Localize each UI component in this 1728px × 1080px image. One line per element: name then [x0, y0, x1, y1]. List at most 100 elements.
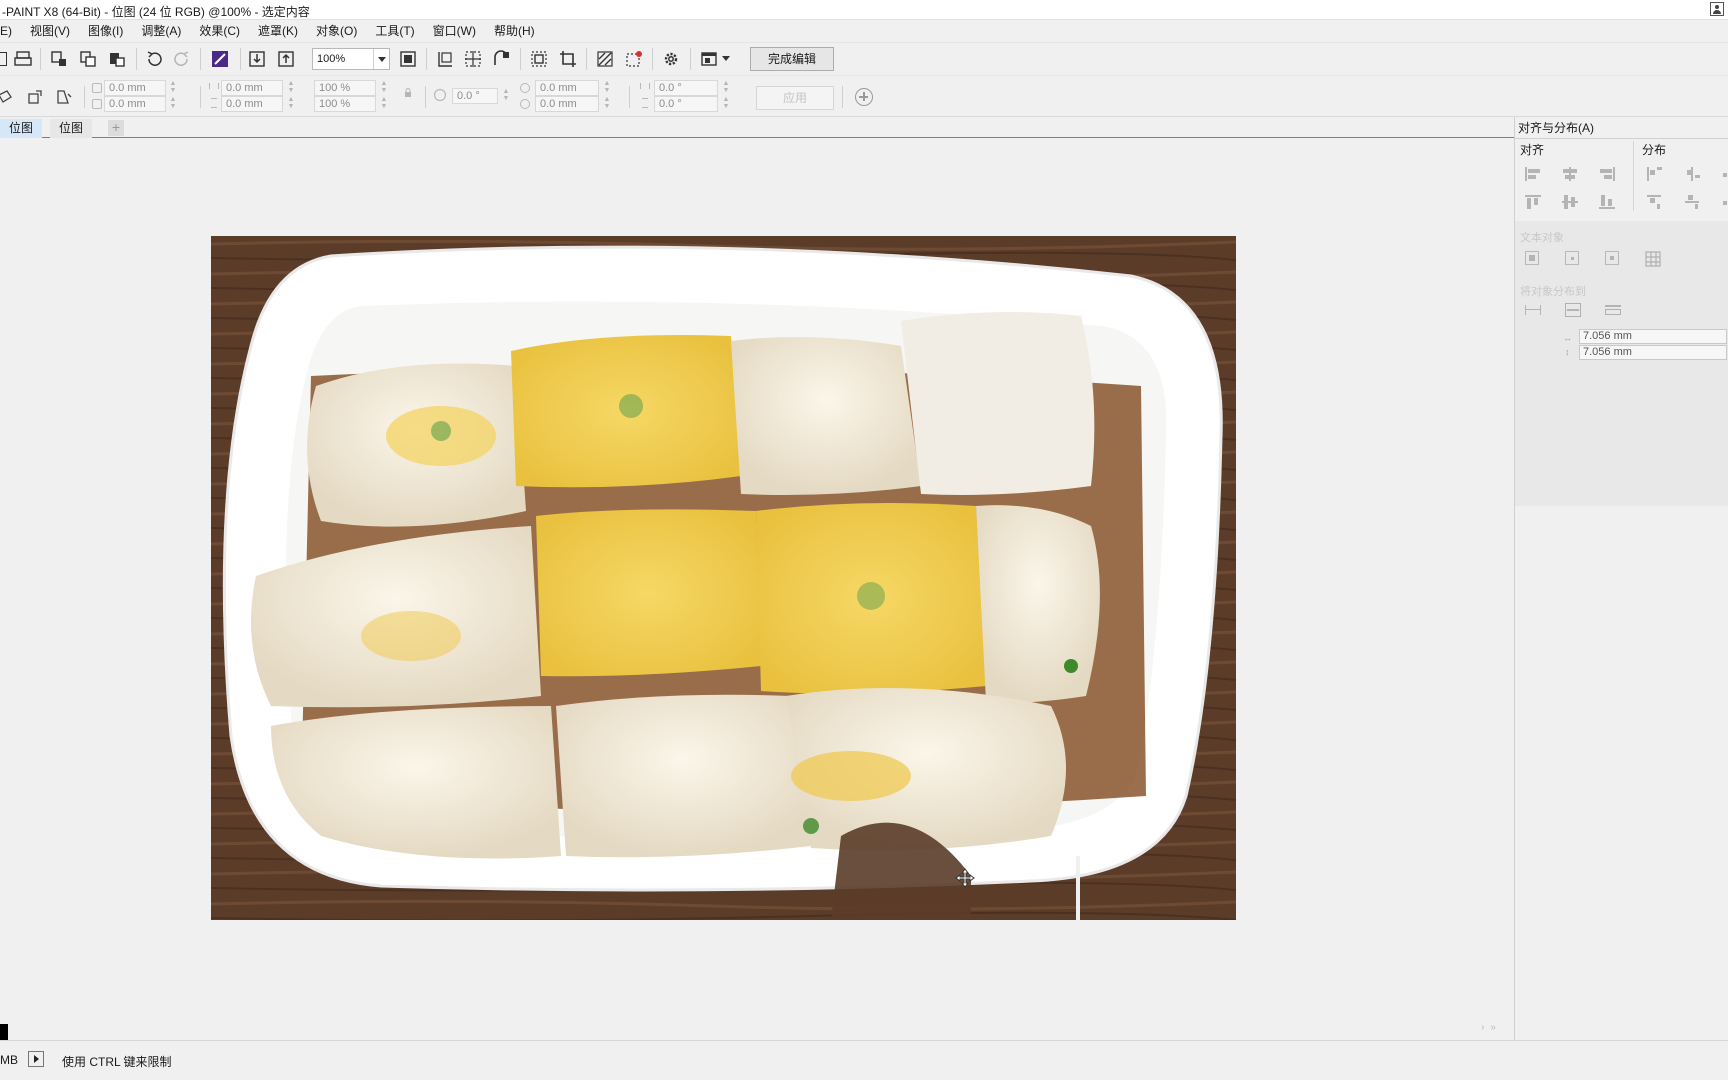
mask-overlay-icon[interactable] — [594, 48, 616, 70]
menu-tools[interactable]: 工具(T) — [366, 20, 423, 42]
chevron-down-icon[interactable] — [722, 56, 730, 65]
distribute-right-icon[interactable] — [1721, 167, 1728, 181]
position-y-spinner[interactable]: ▲ ▼ — [166, 96, 180, 112]
skew-vertical-icon — [642, 98, 648, 108]
menu-window[interactable]: 窗口(W) — [424, 20, 485, 42]
distribute-extent-icon[interactable] — [1525, 303, 1541, 317]
distribute-middle-icon[interactable] — [1685, 195, 1701, 209]
rice-noodle-rolls-image — [211, 236, 1236, 920]
distribute-spacing-icon[interactable] — [1605, 303, 1621, 317]
rotation-angle-field[interactable]: 0.0 ° — [452, 88, 498, 104]
food-photo-bitmap[interactable] — [211, 236, 1236, 920]
toolbar-separator — [84, 86, 85, 108]
center-x-field[interactable]: 0.0 mm — [535, 80, 599, 96]
align-right-icon[interactable] — [1599, 167, 1615, 181]
launch-corel-draw-icon[interactable] — [209, 48, 231, 70]
position-x-spinner[interactable]: ▲ ▼ — [166, 80, 180, 96]
menu-object[interactable]: 对象(O) — [307, 20, 366, 42]
menu-edit[interactable]: E) — [0, 20, 21, 42]
distribute-left-icon[interactable] — [1647, 167, 1663, 181]
export-icon[interactable] — [275, 48, 297, 70]
title-bar: -PAINT X8 (64-Bit) - 位图 (24 位 RGB) @100%… — [0, 0, 1728, 20]
position-y-field[interactable]: 0.0 mm — [104, 96, 166, 112]
scale-y-field[interactable]: 100 % — [314, 96, 376, 112]
horizontal-scrollbar[interactable]: ›» — [0, 1022, 1512, 1040]
transform-skew-icon[interactable] — [53, 86, 75, 108]
tab-bitmap-1[interactable]: 位图 — [0, 119, 43, 138]
align-left-icon[interactable] — [1525, 167, 1541, 181]
menu-effects[interactable]: 效果(C) — [190, 20, 249, 42]
menu-mask[interactable]: 遮罩(K) — [249, 20, 307, 42]
center-x-spinner[interactable]: ▲ ▼ — [600, 80, 614, 96]
skew-vertical-field[interactable]: 0.0 ° — [654, 96, 718, 112]
align-top-icon[interactable] — [1525, 195, 1541, 209]
width-spinner[interactable]: ▲ ▼ — [284, 80, 298, 96]
center-y-icon — [518, 97, 532, 111]
redo-icon[interactable] — [171, 48, 193, 70]
show-rulers-icon[interactable] — [434, 48, 456, 70]
new-tab-plus-icon[interactable]: + — [108, 120, 124, 136]
lock-ratio-icon[interactable] — [403, 88, 413, 98]
scale-y-spinner[interactable]: ▲ ▼ — [377, 96, 391, 112]
height-field[interactable]: 0.0 mm — [221, 96, 283, 112]
scale-x-field[interactable]: 100 % — [314, 80, 376, 96]
undo-icon[interactable] — [143, 48, 165, 70]
grid-icon[interactable] — [1645, 251, 1661, 267]
user-account-icon[interactable] — [1710, 2, 1724, 16]
align-distribute-docker: 对齐与分布(A) 对齐 分布 文本对象 将对象分布到 ↔ 7.056 mm ↕ … — [1514, 117, 1728, 1040]
print-icon[interactable] — [12, 48, 34, 70]
menu-view[interactable]: 视图(V) — [21, 20, 79, 42]
zoom-level-combo[interactable]: 100% — [312, 48, 390, 70]
cut-icon[interactable] — [48, 48, 70, 70]
object-pick-icon[interactable] — [0, 86, 16, 108]
copy-icon[interactable] — [77, 48, 99, 70]
distribute-center-icon[interactable] — [1685, 167, 1701, 181]
drawing-canvas[interactable] — [0, 138, 1512, 1026]
status-expand-icon[interactable] — [28, 1051, 44, 1067]
page-center-icon[interactable] — [1605, 251, 1621, 265]
mask-marquee-icon[interactable] — [528, 48, 550, 70]
vertical-spacing-field[interactable]: 7.056 mm — [1579, 345, 1727, 360]
align-bottom-icon[interactable] — [1599, 195, 1615, 209]
snap-to-icon[interactable] — [490, 48, 512, 70]
skew-vertical-spinner[interactable]: ▲ ▼ — [719, 96, 733, 112]
position-x-field[interactable]: 0.0 mm — [104, 80, 166, 96]
scale-x-spinner[interactable]: ▲ ▼ — [377, 80, 391, 96]
horizontal-spacing-field[interactable]: 7.056 mm — [1579, 329, 1727, 344]
scroll-arrows-icon[interactable]: ›» — [1481, 1022, 1502, 1033]
paste-icon[interactable] — [106, 48, 128, 70]
align-center-vertical-icon[interactable] — [1562, 195, 1578, 209]
menu-help[interactable]: 帮助(H) — [485, 20, 544, 42]
skew-horizontal-field[interactable]: 0.0 ° — [654, 80, 718, 96]
distribute-page-extent-icon[interactable] — [1565, 303, 1581, 317]
skew-horizontal-spinner[interactable]: ▲ ▼ — [719, 80, 733, 96]
import-icon[interactable] — [246, 48, 268, 70]
active-objects-icon[interactable] — [1525, 251, 1541, 265]
menu-adjust[interactable]: 调整(A) — [132, 20, 190, 42]
tab-bitmap-2[interactable]: 位图 — [50, 119, 93, 138]
rotation-spinner[interactable]: ▲ ▼ — [499, 88, 513, 104]
zoom-to-fit-icon[interactable] — [397, 48, 419, 70]
center-y-spinner[interactable]: ▲ ▼ — [600, 96, 614, 112]
distribute-bottom-icon[interactable] — [1721, 195, 1728, 209]
menu-image[interactable]: 图像(I) — [79, 20, 132, 42]
height-spinner[interactable]: ▲ ▼ — [284, 96, 298, 112]
finish-edit-button[interactable]: 完成编辑 — [750, 47, 834, 71]
width-field[interactable]: 0.0 mm — [221, 80, 283, 96]
add-preset-icon[interactable] — [855, 88, 873, 106]
transform-scale-icon[interactable] — [24, 86, 46, 108]
apply-button[interactable]: 应用 — [756, 86, 834, 110]
crop-icon[interactable] — [557, 48, 579, 70]
scrollbar-thumb[interactable] — [0, 1024, 8, 1040]
chevron-down-icon[interactable] — [373, 49, 389, 69]
page-edge-icon[interactable] — [1565, 251, 1581, 265]
options-gear-icon[interactable] — [660, 48, 682, 70]
align-center-horizontal-icon[interactable] — [1562, 167, 1578, 181]
distribute-top-icon[interactable] — [1647, 195, 1663, 209]
toolbar-separator — [842, 86, 843, 108]
application-launcher-icon[interactable] — [698, 48, 720, 70]
show-guidelines-icon[interactable] — [462, 48, 484, 70]
toolbar-separator — [520, 48, 521, 70]
show-mask-marquee-icon[interactable] — [623, 48, 645, 70]
center-y-field[interactable]: 0.0 mm — [535, 96, 599, 112]
